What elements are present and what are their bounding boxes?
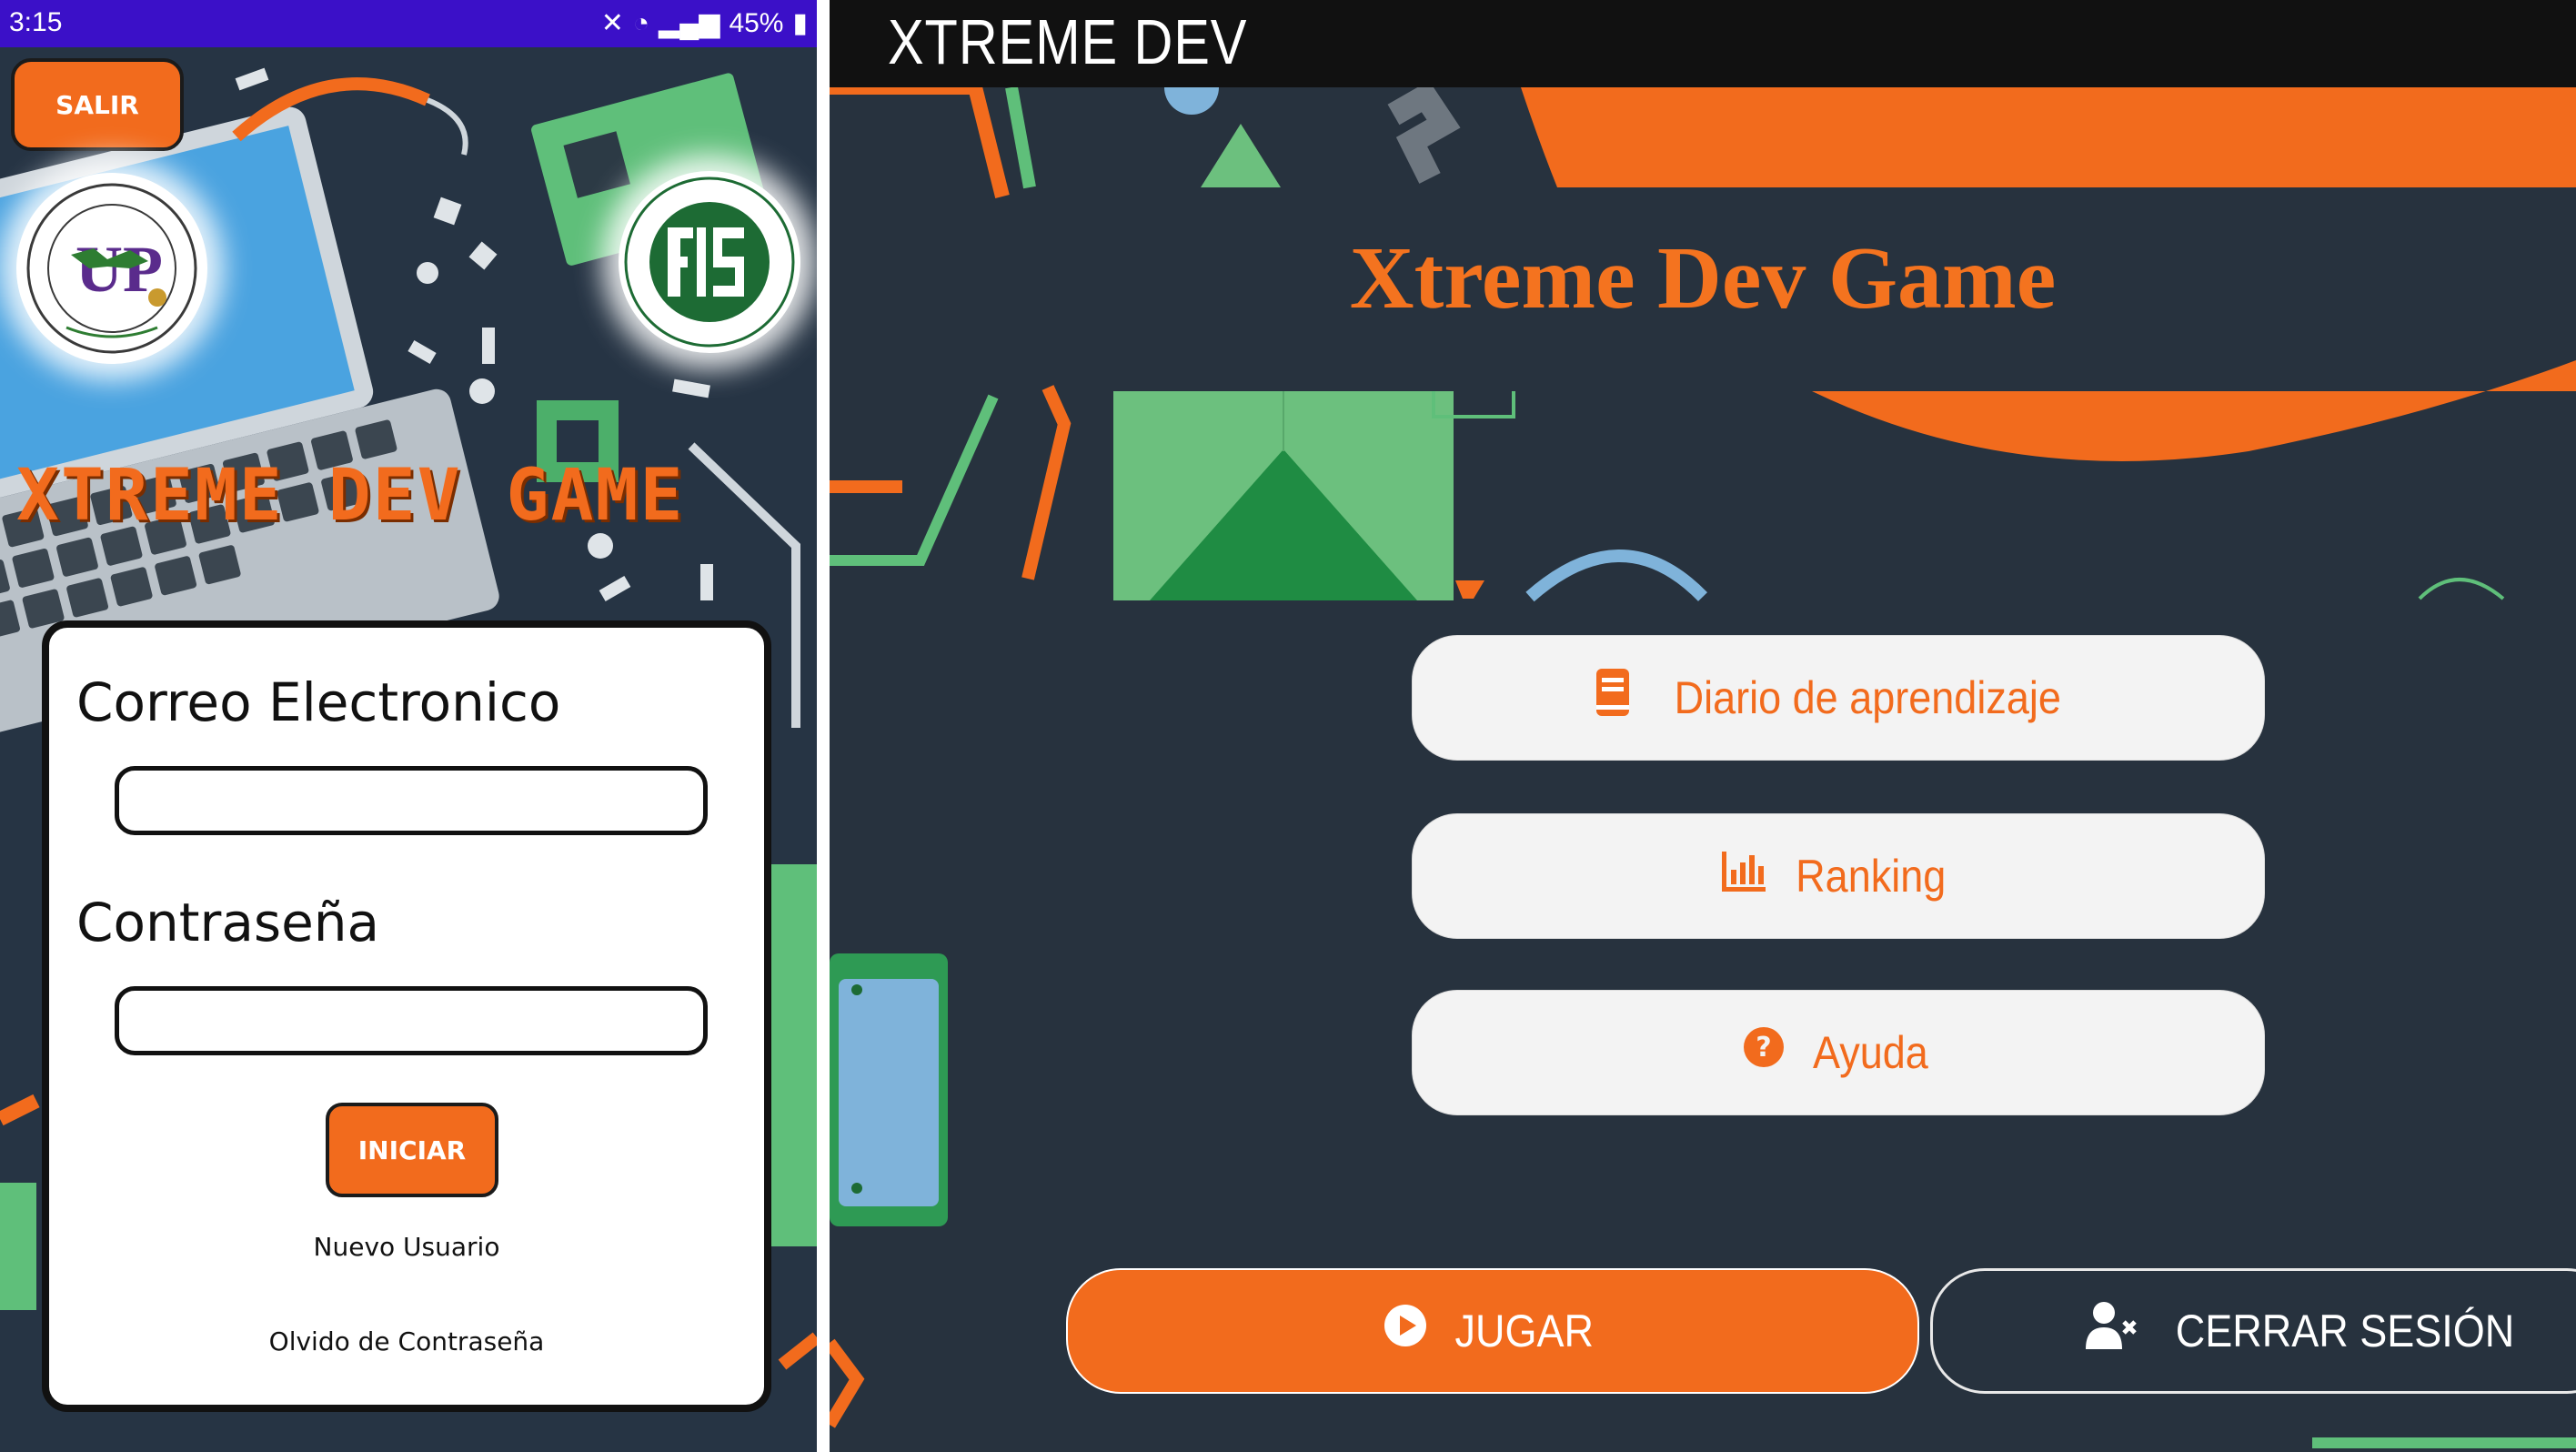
top-bar: XTREME DEV (830, 0, 2576, 87)
logout-label: CERRAR SESIÓN (2175, 1306, 2515, 1356)
user-remove-icon (2086, 1300, 2138, 1362)
signal-icon: ▂▄▆ (659, 8, 720, 38)
university-logo: UP (16, 173, 207, 364)
status-bar: 3:15 ✕ ◔ ▂▄▆ 45% ▮ (0, 0, 817, 47)
password-field[interactable] (115, 986, 708, 1055)
bar-chart-icon (1722, 850, 1766, 902)
learning-journal-label: Diario de aprendizaje (1674, 672, 2061, 723)
wifi-icon: ◔ (632, 7, 650, 38)
login-card: Correo Electronico Contraseña INICIAR Nu… (42, 620, 771, 1412)
logout-button[interactable]: CERRAR SESIÓN (1930, 1268, 2576, 1394)
login-button[interactable]: INICIAR (326, 1103, 498, 1197)
play-circle-icon (1384, 1304, 1427, 1358)
ranking-button[interactable]: Ranking (1412, 813, 2265, 939)
help-label: Ayuda (1812, 1027, 1928, 1078)
phone-screen: 3:15 ✕ ◔ ▂▄▆ 45% ▮ SALIR UP XTREME DEV G… (0, 0, 817, 1452)
status-time: 3:15 (9, 7, 63, 37)
main-heading: Xtreme Dev Game (1349, 229, 2057, 328)
book-icon (1595, 667, 1631, 729)
svg-text:?: ? (1756, 1032, 1771, 1064)
help-button[interactable]: ? Ayuda (1412, 990, 2265, 1115)
ranking-label: Ranking (1796, 851, 1947, 902)
mute-icon: ✕ (600, 8, 624, 38)
email-field[interactable] (115, 766, 708, 835)
learning-journal-button[interactable]: Diario de aprendizaje (1412, 635, 2265, 761)
password-label: Contraseña (76, 892, 380, 953)
question-circle-icon: ? (1743, 1026, 1785, 1079)
email-label: Correo Electronico (76, 671, 561, 733)
new-user-link[interactable]: Nuevo Usuario (49, 1232, 764, 1262)
game-title: XTREME DEV GAME (16, 455, 685, 537)
battery-level: 45% (729, 7, 784, 38)
screen-divider (817, 0, 830, 1452)
exit-button[interactable]: SALIR (11, 58, 184, 151)
play-label: JUGAR (1454, 1306, 1595, 1356)
faculty-logo (619, 171, 800, 353)
forgot-password-link[interactable]: Olvido de Contraseña (49, 1326, 764, 1356)
play-button[interactable]: JUGAR (1066, 1268, 1919, 1394)
battery-icon: ▮ (792, 8, 808, 38)
web-app-screen: XTREME DEV Xtreme Dev Game Diario de apr… (830, 0, 2576, 1452)
app-title: XTREME DEV (888, 6, 1248, 77)
